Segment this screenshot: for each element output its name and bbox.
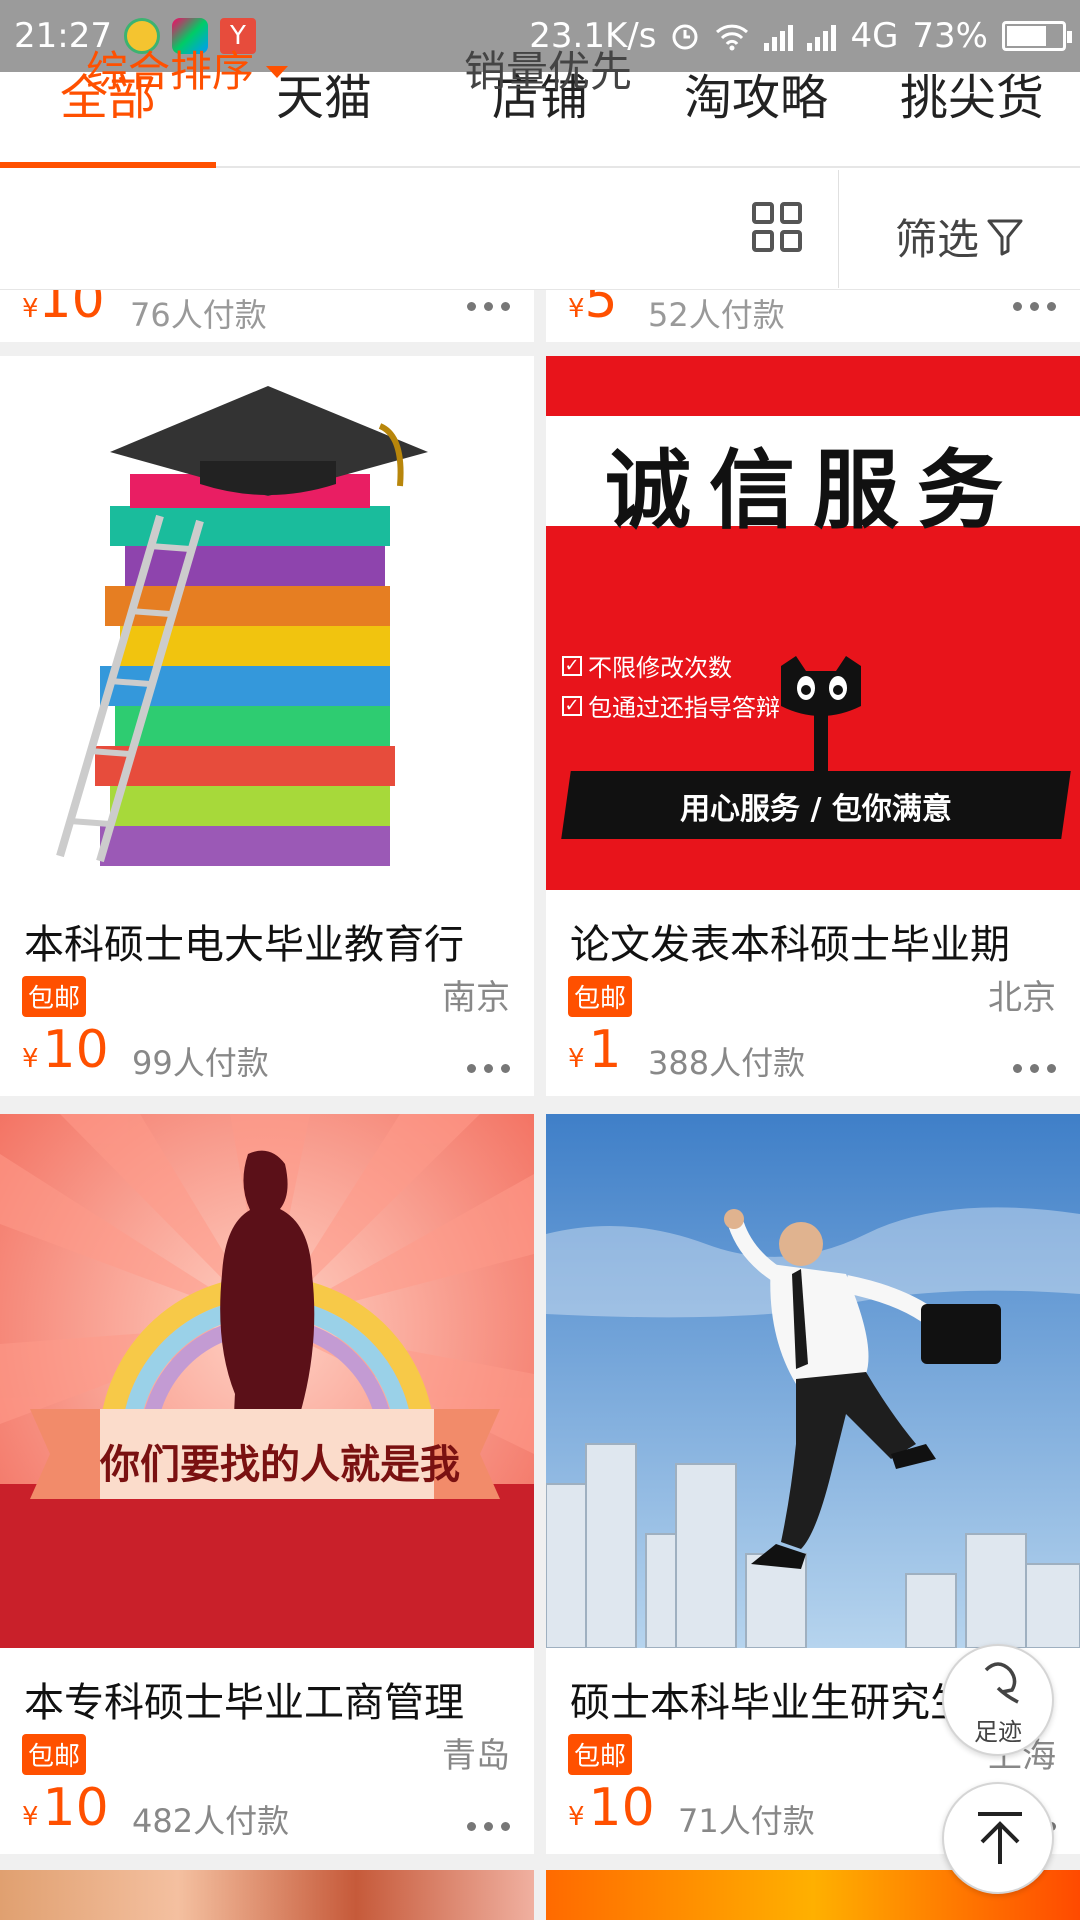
product-image-jumping-businessman — [546, 1114, 1080, 1648]
more-options-icon[interactable] — [467, 1064, 510, 1073]
product-card[interactable]: 诚信服务 ✓ 不限修改次数 ✓ 包通过还指导答辩 用心服务 / 包你满意 论文发… — [546, 356, 1080, 1096]
currency-symbol: ¥ — [568, 1802, 585, 1832]
filter-label: 筛选 — [895, 215, 980, 264]
checkbox-icon: ✓ — [562, 695, 582, 716]
checkbox-icon: ✓ — [562, 655, 582, 676]
product-price: 5 — [584, 290, 618, 330]
signal-icon — [764, 21, 794, 51]
footprint-button[interactable]: 足迹 — [942, 1644, 1054, 1756]
tmall-cat-icon — [781, 656, 861, 781]
more-options-icon[interactable] — [467, 302, 510, 311]
product-price: ¥10 — [568, 1778, 655, 1838]
seller-city: 北京 — [988, 978, 1056, 1018]
banner-headline: 诚信服务 — [605, 440, 1021, 541]
sort-default-button[interactable]: 综合排序 — [86, 38, 289, 99]
alarm-icon — [672, 24, 698, 50]
product-image-graduation-books — [0, 356, 534, 890]
grid-view-toggle-icon[interactable] — [752, 202, 804, 254]
price-value: 10 — [42, 1778, 109, 1838]
network-type: 4G — [850, 16, 899, 56]
product-title: 本专科硕士毕业工商管理 — [24, 1680, 464, 1726]
price-value: 10 — [42, 1020, 109, 1080]
seller-city: 南京 — [442, 978, 510, 1018]
currency-symbol: ¥ — [22, 1802, 39, 1832]
wifi-icon — [716, 24, 749, 51]
filter-funnel-icon — [987, 219, 1023, 255]
tab-guides[interactable]: 淘攻略 — [648, 72, 864, 166]
back-to-top-button[interactable] — [942, 1782, 1054, 1894]
seller-city: 青岛 — [442, 1736, 510, 1776]
payment-count: 388人付款 — [648, 1044, 806, 1082]
sort-sales-button[interactable]: 销量优先 — [464, 38, 632, 99]
product-price: ¥1 — [568, 1020, 622, 1080]
more-options-icon[interactable] — [1013, 1064, 1056, 1073]
product-price: ¥10 — [22, 1778, 109, 1838]
banner-slogan: 用心服务 / 包你满意 — [680, 792, 952, 827]
currency-symbol: ¥ — [22, 1044, 39, 1074]
banner-check-1: 不限修改次数 — [588, 654, 732, 682]
battery-percent: 73% — [912, 16, 988, 56]
filter-button[interactable]: 筛选 — [895, 206, 1023, 267]
payment-count: 99人付款 — [132, 1044, 269, 1082]
payment-count: 52人付款 — [648, 296, 785, 334]
payment-count: 482人付款 — [132, 1802, 290, 1840]
caret-down-icon — [266, 65, 289, 78]
product-card[interactable]: 你们要找的人就是我 本专科硕士毕业工商管理 包邮 青岛 ¥10 482人付款 — [0, 1114, 534, 1854]
payment-count: 71人付款 — [678, 1802, 815, 1840]
product-price: 10 — [38, 290, 105, 330]
sort-default-label: 综合排序 — [86, 47, 255, 96]
signal-icon — [807, 21, 837, 51]
payment-count: 76人付款 — [130, 296, 267, 334]
battery-icon — [1002, 21, 1072, 51]
banner-ribbon-text: 你们要找的人就是我 — [100, 1442, 460, 1488]
product-title: 本科硕士电大毕业教育行 — [24, 922, 464, 968]
footprint-label: 足迹 — [974, 1718, 1022, 1746]
free-shipping-badge: 包邮 — [22, 1734, 87, 1775]
product-image-silhouette-banner: 你们要找的人就是我 — [0, 1114, 534, 1648]
free-shipping-badge: 包邮 — [22, 976, 87, 1017]
price-value: 1 — [588, 1020, 622, 1080]
more-options-icon[interactable] — [467, 1822, 510, 1831]
footprint-icon — [984, 1662, 1019, 1704]
arrow-up-icon — [978, 1812, 1022, 1864]
product-image-honesty-service: 诚信服务 ✓ 不限修改次数 ✓ 包通过还指导答辩 用心服务 / 包你满意 — [546, 356, 1080, 890]
product-card-partial[interactable] — [0, 1870, 534, 1920]
divider — [838, 170, 839, 288]
free-shipping-badge: 包邮 — [568, 976, 633, 1017]
product-price: ¥10 — [22, 1020, 109, 1080]
more-options-icon[interactable] — [1013, 302, 1056, 311]
product-title: 论文发表本科硕士毕业期 — [570, 922, 1010, 968]
tab-top-picks[interactable]: 挑尖货 — [864, 72, 1080, 166]
product-card[interactable]: 本科硕士电大毕业教育行 包邮 南京 ¥10 99人付款 — [0, 356, 534, 1096]
product-card-partial[interactable]: ¥10 76人付款 — [0, 290, 534, 342]
banner-check-2: 包通过还指导答辩 — [588, 694, 780, 722]
product-card-partial[interactable]: ¥5 52人付款 — [546, 290, 1080, 342]
price-value: 10 — [588, 1778, 655, 1838]
free-shipping-badge: 包邮 — [568, 1734, 633, 1775]
currency-symbol: ¥ — [568, 1044, 585, 1074]
